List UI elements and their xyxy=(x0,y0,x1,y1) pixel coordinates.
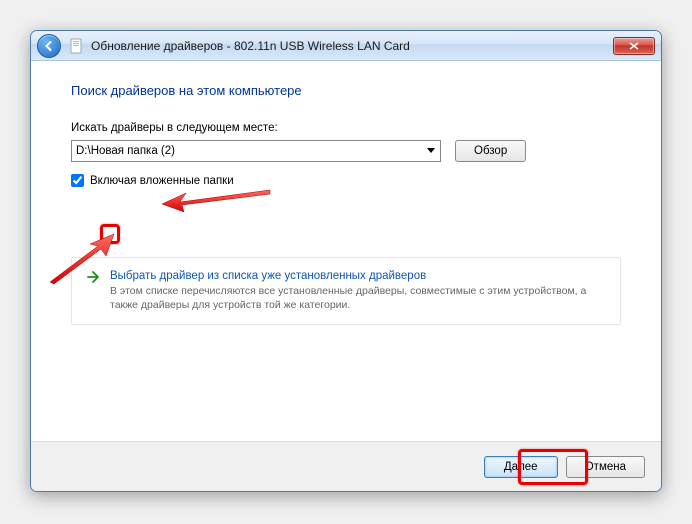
arrow-right-icon xyxy=(86,270,100,287)
next-button[interactable]: Далее xyxy=(484,456,558,478)
cancel-button[interactable]: Отмена xyxy=(566,456,645,478)
content-area: Поиск драйверов на этом компьютере Искат… xyxy=(31,61,661,441)
search-location-label: Искать драйверы в следующем месте: xyxy=(71,122,621,134)
window-icon xyxy=(69,38,85,54)
location-row: D:\Новая папка (2) Обзор xyxy=(71,140,621,162)
chevron-down-icon[interactable] xyxy=(423,142,439,160)
pick-from-list-desc: В этом списке перечисляются все установл… xyxy=(110,284,606,312)
window-title: Обновление драйверов - 802.11n USB Wirel… xyxy=(91,39,613,53)
include-subfolders-row[interactable]: Включая вложенные папки xyxy=(71,174,621,187)
path-combobox[interactable]: D:\Новая папка (2) xyxy=(71,140,441,162)
pick-from-list-panel[interactable]: Выбрать драйвер из списка уже установлен… xyxy=(71,257,621,325)
close-icon xyxy=(629,42,639,50)
titlebar: Обновление драйверов - 802.11n USB Wirel… xyxy=(31,31,661,61)
pick-from-list-title: Выбрать драйвер из списка уже установлен… xyxy=(110,270,606,282)
path-value: D:\Новая папка (2) xyxy=(76,141,420,161)
include-subfolders-label: Включая вложенные папки xyxy=(90,175,234,187)
page-heading: Поиск драйверов на этом компьютере xyxy=(71,83,621,98)
driver-update-window: Обновление драйверов - 802.11n USB Wirel… xyxy=(30,30,662,492)
close-button[interactable] xyxy=(613,37,655,55)
pick-from-list-text: Выбрать драйвер из списка уже установлен… xyxy=(110,270,606,312)
include-subfolders-checkbox[interactable] xyxy=(71,174,84,187)
back-button[interactable] xyxy=(37,34,61,58)
browse-button[interactable]: Обзор xyxy=(455,140,526,162)
footer: Далее Отмена xyxy=(31,441,661,491)
arrow-left-icon xyxy=(43,40,55,52)
